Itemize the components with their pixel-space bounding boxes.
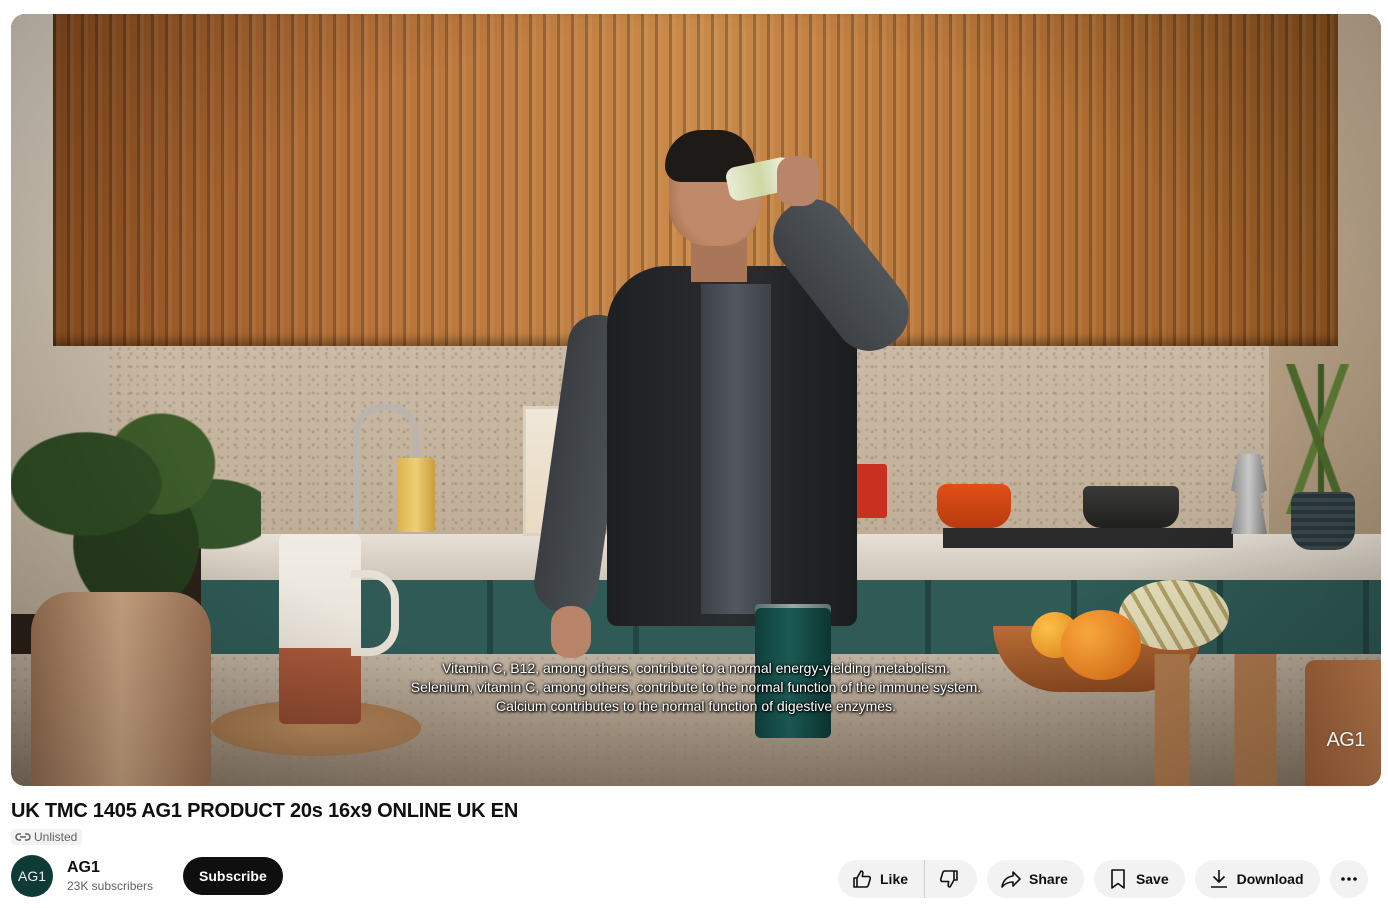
visibility-badge: Unlisted: [11, 829, 83, 845]
channel-info: AG1 23K subscribers: [67, 858, 153, 894]
save-label: Save: [1135, 871, 1169, 887]
channel-row: AG1 AG1 23K subscribers Subscribe: [11, 855, 283, 897]
brand-watermark: AG1: [1326, 729, 1365, 751]
channel-avatar[interactable]: AG1: [11, 855, 53, 897]
subscribe-button[interactable]: Subscribe: [183, 857, 283, 895]
action-bar: Like Share Save Download: [838, 860, 1368, 898]
watch-page: Vitamin C, B12, among others, contribute…: [0, 0, 1388, 908]
like-label: Like: [880, 871, 909, 887]
visibility-label: Unlisted: [34, 830, 78, 844]
caption-line: Calcium contributes to the normal functi…: [496, 698, 896, 714]
more-horizontal-icon: [1340, 877, 1357, 881]
video-captions: Vitamin C, B12, among others, contribute…: [11, 659, 1381, 716]
dislike-button[interactable]: [925, 860, 977, 898]
share-label: Share: [1029, 871, 1068, 887]
bookmark-icon: [1111, 869, 1125, 889]
download-icon: [1210, 870, 1227, 888]
caption-line: Vitamin C, B12, among others, contribute…: [442, 660, 950, 676]
thumbs-up-icon: [853, 870, 872, 888]
thumbs-down-icon: [939, 870, 958, 888]
more-actions-button[interactable]: [1329, 860, 1368, 898]
video-player[interactable]: Vitamin C, B12, among others, contribute…: [11, 14, 1381, 786]
channel-name[interactable]: AG1: [67, 858, 153, 878]
save-button[interactable]: Save: [1093, 860, 1185, 898]
video-title: UK TMC 1405 AG1 PRODUCT 20s 16x9 ONLINE …: [11, 800, 519, 822]
subscriber-count: 23K subscribers: [67, 879, 154, 893]
download-label: Download: [1236, 871, 1304, 887]
share-arrow-icon: [1001, 871, 1021, 888]
caption-line: Selenium, vitamin C, among others, contr…: [410, 679, 982, 695]
avatar-text: AG1: [17, 868, 46, 884]
share-button[interactable]: Share: [987, 860, 1084, 898]
like-button[interactable]: Like: [838, 860, 926, 898]
like-dislike-group: Like: [838, 860, 978, 898]
link-icon: [15, 833, 31, 841]
download-button[interactable]: Download: [1194, 860, 1320, 898]
